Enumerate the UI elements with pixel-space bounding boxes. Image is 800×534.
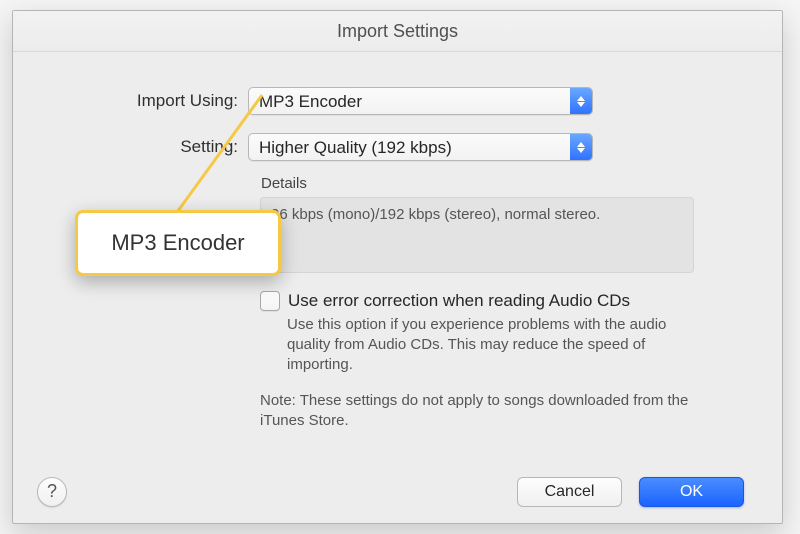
- details-heading: Details: [261, 175, 307, 192]
- import-using-value: MP3 Encoder: [259, 92, 362, 111]
- setting-value: Higher Quality (192 kbps): [259, 138, 452, 157]
- help-button[interactable]: ?: [37, 477, 67, 507]
- ok-button[interactable]: OK: [639, 477, 744, 507]
- import-using-label: Import Using:: [13, 91, 248, 111]
- setting-label: Setting:: [13, 137, 248, 157]
- error-correction-help: Use this option if you experience proble…: [287, 315, 687, 375]
- error-correction-label[interactable]: Use error correction when reading Audio …: [288, 291, 630, 311]
- details-text: 96 kbps (mono)/192 kbps (stereo), normal…: [271, 206, 600, 223]
- details-box: 96 kbps (mono)/192 kbps (stereo), normal…: [260, 197, 694, 273]
- error-correction-checkbox[interactable]: [260, 291, 280, 311]
- note-text: Note: These settings do not apply to son…: [260, 391, 690, 431]
- import-using-row: Import Using: MP3 Encoder: [13, 87, 593, 115]
- cancel-button[interactable]: Cancel: [517, 477, 622, 507]
- error-correction-row: Use error correction when reading Audio …: [260, 291, 720, 311]
- import-using-select[interactable]: MP3 Encoder: [248, 87, 593, 115]
- setting-row: Setting: Higher Quality (192 kbps): [13, 133, 593, 161]
- setting-select[interactable]: Higher Quality (192 kbps): [248, 133, 593, 161]
- callout-text: MP3 Encoder: [111, 230, 244, 256]
- chevrons-updown-icon: [570, 134, 592, 160]
- callout-box: MP3 Encoder: [75, 210, 281, 276]
- window-title: Import Settings: [13, 11, 782, 52]
- chevrons-updown-icon: [570, 88, 592, 114]
